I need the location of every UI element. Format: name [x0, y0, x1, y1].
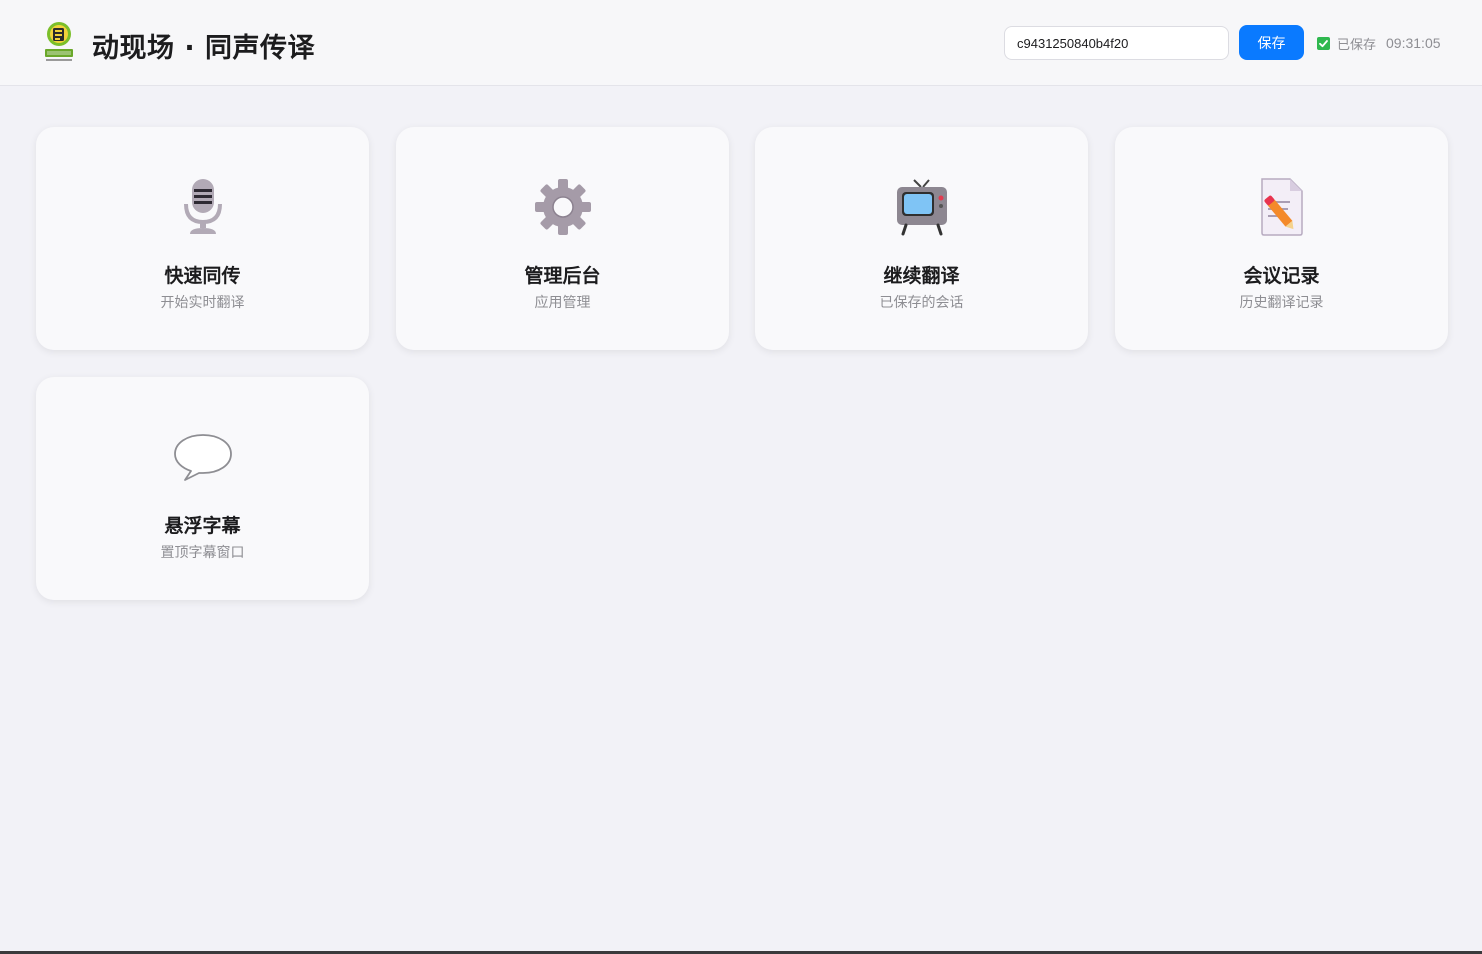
card-title: 悬浮字幕	[164, 515, 241, 537]
card-meeting-records[interactable]: 会议记录 历史翻译记录	[1115, 127, 1448, 350]
page-title: 动现场 · 同声传译	[92, 33, 316, 64]
gear-icon	[533, 177, 593, 237]
card-title: 继续翻译	[883, 265, 960, 287]
card-subtitle: 开始实时翻译	[160, 295, 245, 311]
card-continue-translation[interactable]: 继续翻译 已保存的会话	[755, 127, 1088, 350]
memo-icon	[1252, 177, 1312, 237]
card-subtitle: 历史翻译记录	[1239, 295, 1324, 311]
microphone-icon	[173, 177, 233, 237]
television-icon	[892, 177, 952, 237]
save-button[interactable]: 保存	[1239, 25, 1304, 60]
card-title: 管理后台	[524, 265, 601, 287]
card-title: 快速同传	[164, 265, 241, 287]
session-id-input[interactable]	[1004, 26, 1229, 60]
card-quick-interpretation[interactable]: 快速同传 开始实时翻译	[36, 127, 369, 350]
card-subtitle: 应用管理	[534, 295, 591, 311]
card-floating-subtitles[interactable]: 悬浮字幕 置顶字幕窗口	[36, 377, 369, 600]
card-subtitle: 已保存的会话	[879, 295, 964, 311]
app-header: 动现场 · 同声传译 保存 已保存 09:31:05	[0, 0, 1482, 86]
saved-label: 已保存	[1337, 37, 1377, 53]
clock-time: 09:31:05	[1386, 35, 1441, 51]
speech-bubble-icon	[173, 427, 233, 487]
saved-status: 已保存 09:31:05	[1317, 34, 1441, 53]
card-admin-panel[interactable]: 管理后台 应用管理	[396, 127, 729, 350]
card-subtitle: 置顶字幕窗口	[160, 545, 245, 561]
logo-icon	[44, 21, 74, 63]
card-title: 会议记录	[1243, 265, 1320, 287]
checkbox-checked-icon	[1317, 36, 1330, 50]
